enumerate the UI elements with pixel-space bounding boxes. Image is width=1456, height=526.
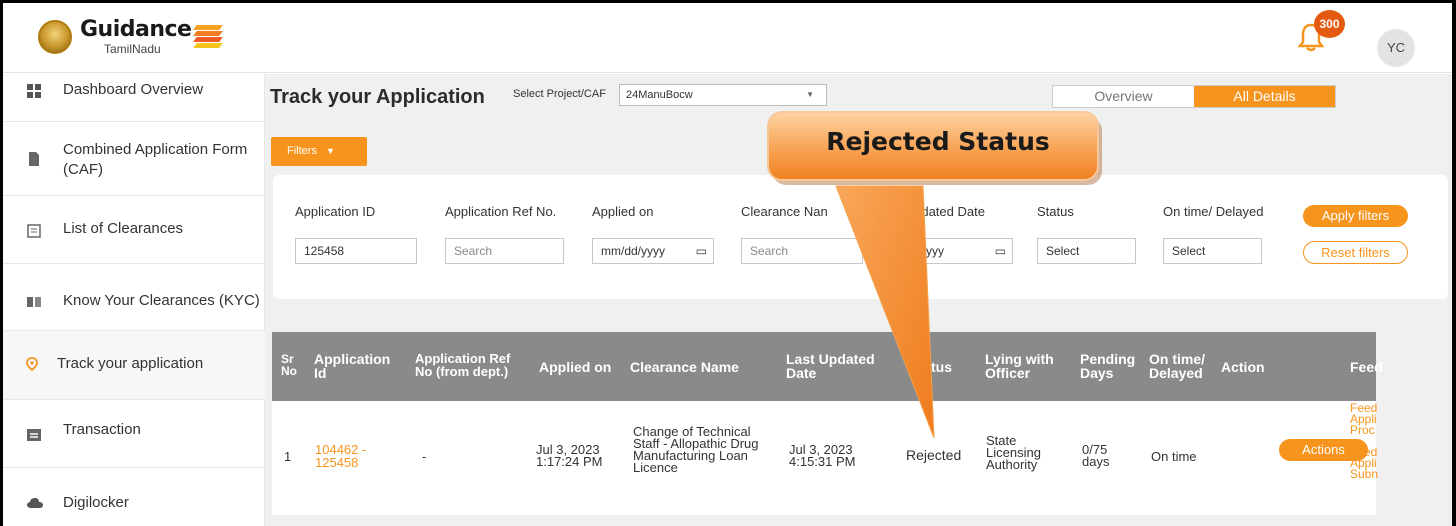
feedback-link-line6[interactable]: Subn	[1350, 468, 1378, 480]
col-sr-no: Sr No	[281, 352, 297, 378]
col-on-time: On time/ Delayed	[1149, 351, 1206, 381]
logo-text: Guidance TamilNadu	[80, 17, 192, 56]
applied-on-date-input[interactable]: mm/dd/yyyy ▭	[592, 238, 714, 264]
col-action: Action	[1221, 359, 1265, 375]
filter-label-status: Status	[1037, 204, 1074, 219]
caret-down-icon: ▼	[326, 146, 335, 156]
notification-badge: 300	[1314, 10, 1345, 38]
filter-label-clearance-name: Clearance Nan	[741, 204, 828, 219]
col-last-updated: Last Updated Date	[786, 351, 875, 381]
reset-filters-button[interactable]: Reset filters	[1303, 241, 1408, 264]
tab-all-details[interactable]: All Details	[1194, 86, 1335, 107]
sidebar-item-label: Know Your Clearances (KYC)	[63, 292, 260, 309]
sidebar-item-digilocker[interactable]: Digilocker	[3, 468, 265, 526]
location-pin-icon	[26, 357, 38, 371]
cell-applied-time: 1:17:24 PM	[536, 454, 603, 469]
list-icon	[27, 224, 41, 238]
sidebar-item-label: Combined Application Form (CAF)	[63, 141, 248, 178]
col-pending-days: Pending Days	[1080, 351, 1136, 381]
cell-status: Rejected	[906, 447, 962, 463]
sidebar-item-label: Track your application	[57, 355, 204, 372]
dashboard-icon	[27, 84, 41, 98]
sidebar: Dashboard Overview Combined Application …	[3, 74, 265, 526]
emblem-icon	[38, 20, 72, 54]
project-select-label: Select Project/CAF	[513, 88, 606, 100]
calendar-icon: ▭	[695, 244, 707, 258]
book-icon	[27, 297, 41, 307]
sidebar-item-caf[interactable]: Combined Application Form (CAF)	[3, 122, 265, 196]
cell-updated-time: 4:15:31 PM	[789, 454, 856, 469]
sidebar-item-dashboard[interactable]: Dashboard Overview	[3, 74, 265, 122]
actions-button[interactable]: Actions	[1279, 439, 1368, 461]
sidebar-item-kyc[interactable]: Know Your Clearances (KYC)	[3, 264, 265, 331]
filter-panel: Application ID Application Ref No. Appli…	[273, 175, 1448, 299]
sidebar-item-label: List of Clearances	[63, 220, 184, 237]
avatar[interactable]: YC	[1377, 29, 1415, 67]
sidebar-item-label: Digilocker	[63, 494, 129, 511]
chevron-down-icon: ▼	[806, 90, 814, 99]
last-updated-placeholder: /dd/yyyy	[900, 244, 945, 258]
view-toggle: Overview All Details	[1052, 85, 1336, 108]
table-row: 1 104462 - 125458 - Jul 3, 2023 1:17:24 …	[272, 401, 1378, 515]
filter-label-on-time: On time/ Delayed	[1163, 204, 1264, 219]
app-window: Guidance TamilNadu 300 YC Dashboard Over…	[3, 3, 1452, 526]
cell-application-id-line2[interactable]: 125458	[315, 456, 358, 469]
sidebar-item-label: Transaction	[63, 421, 141, 438]
cell-pending-line2: days	[1082, 454, 1110, 469]
clearance-name-input[interactable]: Search	[741, 238, 863, 264]
cell-clearance-line4: Licence	[633, 460, 678, 475]
col-application-id: Application Id	[314, 351, 391, 381]
col-ref-no: Application Ref No (from dept.)	[415, 351, 511, 379]
page-title: Track your Application	[270, 86, 485, 108]
application-id-input[interactable]: 125458	[295, 238, 417, 264]
filter-label-application-id: Application ID	[295, 204, 376, 219]
brand-name: Guidance	[80, 17, 192, 42]
filter-label-last-updated: st Updated Date	[891, 204, 985, 219]
flame-icon	[193, 23, 224, 51]
calendar-icon: ▭	[994, 244, 1006, 258]
on-time-select[interactable]: Select	[1163, 238, 1262, 264]
brand-sub: TamilNadu	[104, 42, 161, 56]
applied-on-placeholder: mm/dd/yyyy	[601, 244, 666, 258]
project-select[interactable]: 24ManuBocw ▼	[619, 84, 827, 106]
cell-on-time: On time	[1151, 449, 1197, 464]
sidebar-item-clearances[interactable]: List of Clearances	[3, 196, 265, 264]
logo[interactable]: Guidance TamilNadu	[38, 17, 224, 56]
cloud-icon	[27, 498, 43, 508]
col-feedback: Feed	[1350, 359, 1383, 375]
sidebar-item-transaction[interactable]: Transaction	[3, 400, 265, 468]
col-clearance-name: Clearance Name	[630, 359, 739, 375]
project-select-value: 24ManuBocw	[626, 89, 693, 101]
tab-overview[interactable]: Overview	[1053, 86, 1194, 107]
filters-button[interactable]: Filters ▼	[271, 137, 367, 166]
filter-label-applied-on: Applied on	[592, 204, 654, 219]
last-updated-date-input[interactable]: /dd/yyyy ▭	[891, 238, 1013, 264]
feedback-link-line3[interactable]: Proc	[1350, 424, 1375, 436]
filter-label-ref-no: Application Ref No.	[445, 204, 557, 219]
table-header: Sr No Application Id Application Ref No …	[272, 332, 1383, 401]
top-header: Guidance TamilNadu 300 YC	[3, 3, 1452, 73]
col-lying-with-officer: Lying with Officer	[985, 351, 1054, 381]
callout-label: Rejected Status	[826, 127, 1050, 156]
col-status: tus	[931, 359, 952, 375]
cell-ref-no: -	[422, 449, 427, 464]
cell-officer-line3: Authority	[986, 457, 1038, 472]
ref-no-input[interactable]: Search	[445, 238, 564, 264]
apply-filters-button[interactable]: Apply filters	[1303, 205, 1408, 227]
status-select[interactable]: Select	[1037, 238, 1136, 264]
cell-sr-no: 1	[284, 449, 292, 464]
document-icon	[29, 152, 39, 166]
sidebar-item-label: Dashboard Overview	[63, 81, 204, 98]
col-applied-on: Applied on	[539, 359, 612, 375]
sidebar-item-track[interactable]: Track your application	[3, 331, 265, 400]
filters-button-label: Filters	[287, 145, 317, 157]
card-icon	[27, 429, 41, 441]
